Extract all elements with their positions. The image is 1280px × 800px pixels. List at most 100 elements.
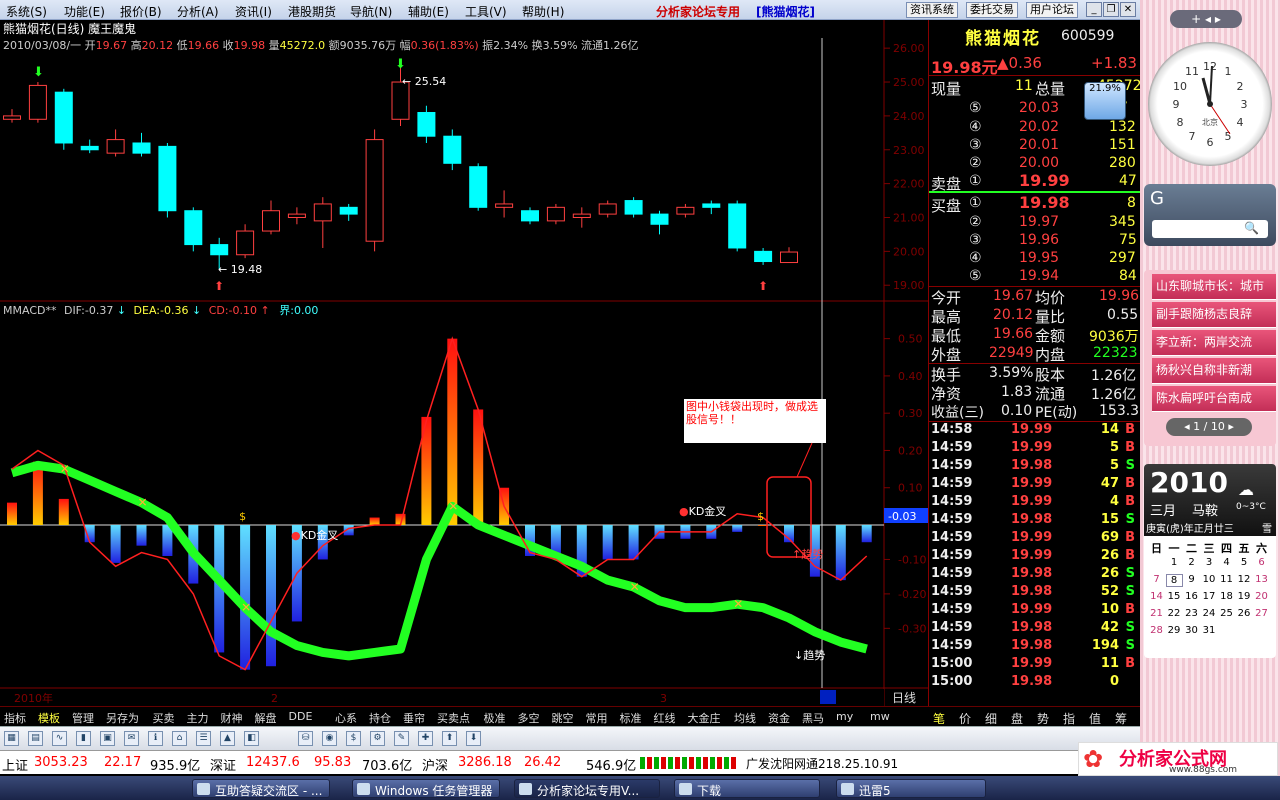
cal-day[interactable]: 17	[1201, 591, 1218, 602]
toolbar-button-icon[interactable]: ▣	[100, 731, 115, 746]
cal-day[interactable]: 13	[1253, 574, 1270, 585]
cal-day[interactable]: 28	[1148, 625, 1165, 636]
cal-day[interactable]: 18	[1218, 591, 1235, 602]
indicator-tab[interactable]: 黑马	[802, 710, 824, 726]
cal-day[interactable]: 3	[1201, 557, 1218, 568]
task-analyst[interactable]: 分析家论坛专用V...	[514, 779, 660, 798]
scroll-marker[interactable]	[820, 690, 836, 704]
menu-assist[interactable]: 辅助(E)	[408, 3, 449, 20]
indicator-tab[interactable]: DDE	[289, 710, 313, 723]
news-item[interactable]: 副手跟随杨志良辞	[1152, 302, 1276, 328]
panel-tab[interactable]: 细	[985, 710, 997, 727]
menu-quote[interactable]: 报价(B)	[120, 3, 162, 20]
cal-day[interactable]: 6	[1253, 557, 1270, 568]
indicator-tab[interactable]: 心系	[335, 710, 357, 726]
cal-day[interactable]: 29	[1166, 625, 1183, 636]
indicator-tab[interactable]: 解盘	[255, 710, 277, 726]
indicator-tab[interactable]: 主力	[187, 710, 209, 726]
panel-tab[interactable]: 价	[959, 710, 971, 727]
indicator-tab[interactable]: 持仓	[369, 710, 391, 726]
news-item[interactable]: 陈水扁呼吁台南成	[1152, 386, 1276, 412]
cal-day[interactable]: 2	[1183, 557, 1200, 568]
cal-day[interactable]: 7	[1148, 574, 1165, 585]
indicator-tab[interactable]: 财神	[221, 710, 243, 726]
toolbar-button-icon[interactable]: ℹ	[148, 731, 163, 746]
cal-day[interactable]: 9	[1183, 574, 1200, 585]
indicator-tab[interactable]: 红线	[654, 710, 676, 726]
indicator-tab[interactable]: 极准	[484, 710, 506, 726]
toolbar-button-icon[interactable]: ▮	[76, 731, 91, 746]
toolbar-button-icon[interactable]: $	[346, 731, 361, 746]
toolbar-button-icon[interactable]: ⌂	[172, 731, 187, 746]
menu-hk-futures[interactable]: 港股期货	[288, 3, 336, 20]
toolbar-button-icon[interactable]: ▦	[4, 731, 19, 746]
indicator-tab[interactable]: 标准	[620, 710, 642, 726]
toolbar-button-icon[interactable]: ▤	[28, 731, 43, 746]
kline-chart[interactable]: 熊猫烟花(日线) 魔王魔鬼 2010/03/08/一 开19.67 高20.12…	[0, 20, 928, 706]
indicator-tab[interactable]: 买卖点	[437, 710, 470, 726]
indicator-tab[interactable]: 模板	[38, 710, 60, 726]
task-taskmgr[interactable]: Windows 任务管理器	[352, 779, 500, 798]
sidebar-controls[interactable]: + ◂ ▸	[1170, 10, 1242, 28]
task-forum[interactable]: 互助答疑交流区 - ...	[192, 779, 330, 798]
task-xunlei[interactable]: 迅雷5	[836, 779, 986, 798]
menu-analysis[interactable]: 分析(A)	[177, 3, 219, 20]
indicator-tab[interactable]: 买卖	[153, 710, 175, 726]
toolbar-button-icon[interactable]: ∿	[52, 731, 67, 746]
news-item[interactable]: 杨秋兴自称非新潮	[1152, 358, 1276, 384]
forum-button[interactable]: 用户论坛	[1026, 2, 1078, 18]
toolbar-button-icon[interactable]: ⬇	[466, 731, 481, 746]
indicator-tab[interactable]: 管理	[72, 710, 94, 726]
cal-day[interactable]: 10	[1201, 574, 1218, 585]
panel-tab[interactable]: 指	[1063, 710, 1075, 727]
news-item[interactable]: 李立新：两岸交流	[1152, 330, 1276, 356]
cal-day[interactable]: 19	[1236, 591, 1253, 602]
toolbar-button-icon[interactable]: ◧	[244, 731, 259, 746]
indicator-tab[interactable]: 另存为	[106, 710, 139, 726]
minimize-icon[interactable]: _	[1086, 2, 1102, 17]
toolbar-button-icon[interactable]: ✚	[418, 731, 433, 746]
search-icon[interactable]: 🔍	[1244, 221, 1259, 235]
menu-system[interactable]: 系统(S)	[6, 3, 47, 20]
cal-day[interactable]: 23	[1183, 608, 1200, 619]
close-icon[interactable]: ✕	[1120, 2, 1136, 17]
panel-tab[interactable]: 筹	[1115, 710, 1127, 727]
menu-navigate[interactable]: 导航(N)	[350, 3, 392, 20]
toolbar-button-icon[interactable]: ◉	[322, 731, 337, 746]
cal-day[interactable]: 22	[1166, 608, 1183, 619]
panel-tab[interactable]: 笔	[933, 710, 945, 727]
indicator-tab[interactable]: 多空	[518, 710, 540, 726]
panel-tab[interactable]: 值	[1089, 710, 1101, 727]
cal-day[interactable]: 25	[1218, 608, 1235, 619]
indicator-tab[interactable]: mw	[870, 710, 890, 723]
cal-day[interactable]: 5	[1236, 557, 1253, 568]
cal-day[interactable]: 12	[1236, 574, 1253, 585]
cal-day[interactable]: 15	[1166, 591, 1183, 602]
cal-day[interactable]: 8	[1165, 574, 1183, 587]
toolbar-button-icon[interactable]: ▲	[220, 731, 235, 746]
cal-day[interactable]: 20	[1253, 591, 1270, 602]
toolbar-button-icon[interactable]: ⛁	[298, 731, 313, 746]
panel-tab[interactable]: 盘	[1011, 710, 1023, 727]
restore-icon[interactable]: ❐	[1103, 2, 1119, 17]
indicator-tab[interactable]: 跳空	[552, 710, 574, 726]
indicator-tab[interactable]: 指标	[4, 710, 26, 726]
indicator-tab[interactable]: 资金	[768, 710, 790, 726]
cal-day[interactable]: 16	[1183, 591, 1200, 602]
cal-day[interactable]: 30	[1183, 625, 1200, 636]
cal-day[interactable]: 4	[1218, 557, 1235, 568]
cal-day[interactable]: 31	[1201, 625, 1218, 636]
menu-info[interactable]: 资讯(I)	[235, 3, 272, 20]
menu-help[interactable]: 帮助(H)	[522, 3, 564, 20]
panel-tab[interactable]: 势	[1037, 710, 1049, 727]
indicator-tab[interactable]: my	[836, 710, 853, 723]
toolbar-button-icon[interactable]: ☰	[196, 731, 211, 746]
indicator-tab[interactable]: 常用	[586, 710, 608, 726]
cal-day[interactable]: 14	[1148, 591, 1165, 602]
indicator-tab[interactable]: 大金庄	[688, 710, 721, 726]
cal-day[interactable]: 27	[1253, 608, 1270, 619]
menu-tools[interactable]: 工具(V)	[465, 3, 507, 20]
trade-button[interactable]: 委托交易	[966, 2, 1018, 18]
news-pager[interactable]: ◂ 1 / 10 ▸	[1166, 418, 1252, 436]
cal-day[interactable]: 1	[1166, 557, 1183, 568]
